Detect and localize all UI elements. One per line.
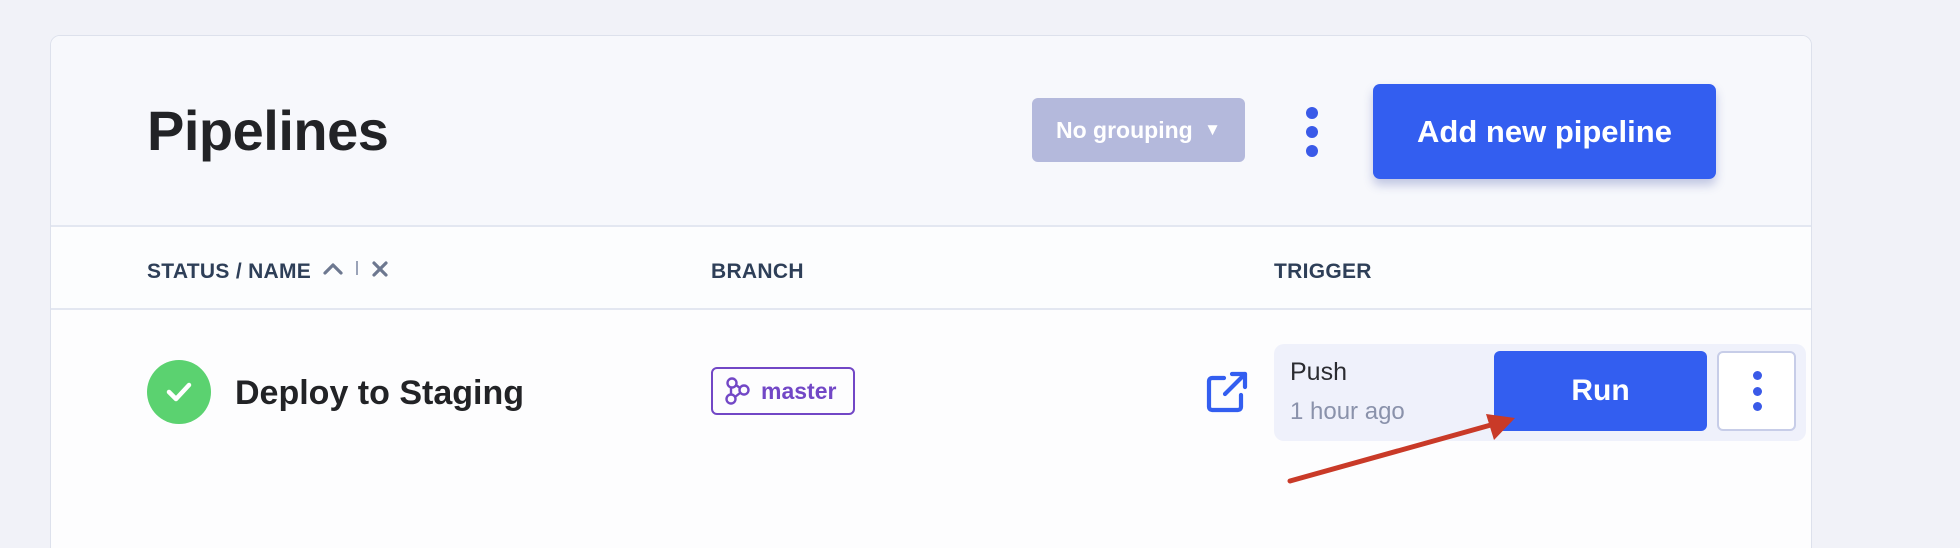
external-link-icon[interactable] — [1205, 370, 1249, 414]
column-status-name[interactable]: STATUS / NAME — [147, 260, 311, 284]
pipelines-header: Pipelines No grouping ▼ Add new pipeline — [51, 36, 1811, 227]
branch-badge: master — [711, 367, 855, 415]
branch-name: master — [761, 377, 837, 404]
grouping-label: No grouping — [1056, 116, 1193, 143]
row-more-button[interactable] — [1717, 351, 1796, 431]
run-button[interactable]: Run — [1494, 351, 1707, 431]
git-branch-icon — [725, 377, 750, 405]
table-row[interactable]: Deploy to Staging master Push 1 hour ago… — [51, 312, 1811, 482]
add-new-pipeline-button[interactable]: Add new pipeline — [1373, 84, 1716, 179]
table-header: STATUS / NAME BRANCH TRIGGER — [51, 229, 1811, 310]
chevron-up-icon[interactable] — [321, 253, 345, 283]
caret-down-icon: ▼ — [1204, 120, 1221, 139]
status-success-badge — [147, 360, 211, 424]
pipelines-panel: Pipelines No grouping ▼ Add new pipeline… — [50, 35, 1812, 548]
kebab-menu-icon — [1751, 371, 1763, 411]
trigger-type: Push — [1290, 358, 1347, 386]
arrow-annotation — [1287, 414, 1515, 484]
more-options-icon[interactable] — [1305, 107, 1319, 157]
column-trigger: TRIGGER — [1274, 260, 1372, 283]
pipeline-name-link[interactable]: Deploy to Staging — [235, 374, 524, 413]
page-title: Pipelines — [147, 99, 389, 162]
column-branch: BRANCH — [711, 260, 804, 283]
check-icon — [166, 382, 192, 402]
close-icon[interactable] — [371, 260, 389, 278]
divider — [356, 261, 358, 275]
grouping-dropdown[interactable]: No grouping ▼ — [1032, 98, 1245, 162]
